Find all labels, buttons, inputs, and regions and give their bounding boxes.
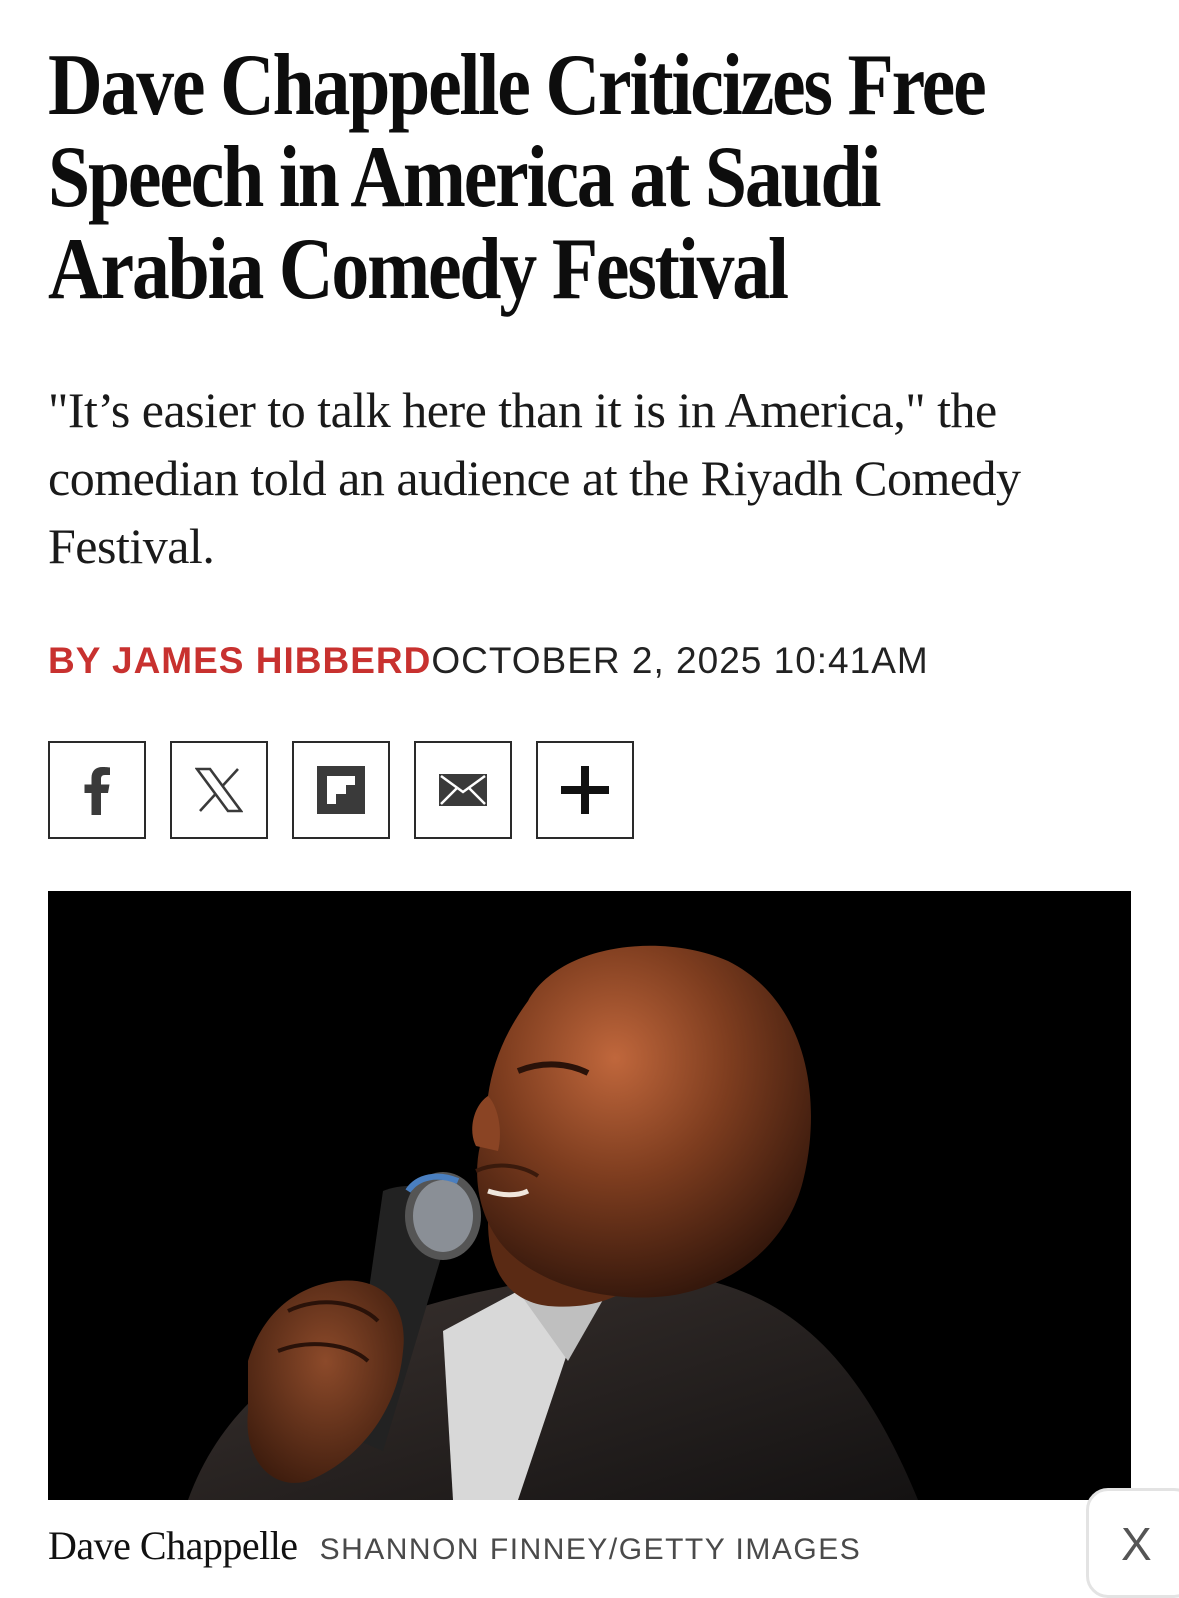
overlay-close-button[interactable]: X — [1086, 1488, 1179, 1598]
article-photo — [48, 891, 1131, 1500]
share-more-button[interactable] — [536, 741, 634, 839]
author-link[interactable]: BY JAMES HIBBERD — [48, 640, 431, 681]
photo-illustration — [48, 891, 1131, 1500]
facebook-icon — [84, 767, 110, 815]
close-icon: X — [1121, 1518, 1152, 1570]
photo-caption: Dave Chappelle SHANNON FINNEY/GETTY IMAGE… — [48, 1522, 861, 1569]
plus-icon — [561, 766, 609, 814]
publish-date: OCTOBER 2, 2025 10:41AM — [431, 640, 929, 681]
share-email-button[interactable] — [414, 741, 512, 839]
share-flipboard-button[interactable] — [292, 741, 390, 839]
photo-credit: SHANNON FINNEY/GETTY IMAGES — [319, 1533, 862, 1566]
share-bar — [48, 741, 634, 839]
x-icon — [195, 767, 243, 813]
share-facebook-button[interactable] — [48, 741, 146, 839]
share-x-button[interactable] — [170, 741, 268, 839]
flipboard-icon — [317, 766, 365, 814]
byline-row: BY JAMES HIBBERDOCTOBER 2, 2025 10:41AM — [48, 638, 929, 684]
article-dek: "It’s easier to talk here than it is in … — [48, 382, 1021, 574]
email-icon — [439, 774, 487, 806]
article-headline: Dave Chappelle Criticizes Free Speech in… — [48, 37, 987, 318]
caption-text: Dave Chappelle — [48, 1523, 298, 1568]
